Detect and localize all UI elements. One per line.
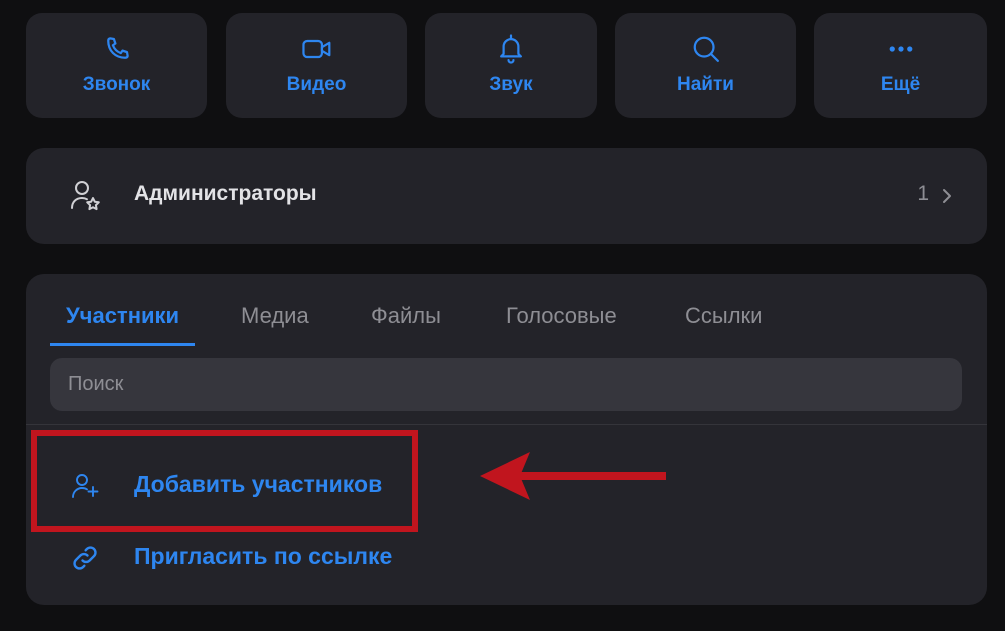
call-button[interactable]: Звонок [26,13,207,118]
sound-label: Звук [489,74,533,95]
phone-icon [101,33,133,65]
user-star-icon [68,178,104,214]
add-members-button[interactable]: Добавить участников [26,459,446,511]
call-label: Звонок [82,74,151,95]
find-label: Найти [677,74,734,95]
invite-link-button[interactable]: Пригласить по ссылке [26,531,446,583]
more-button[interactable]: Ещё [814,13,987,118]
user-plus-icon [70,471,100,501]
search-icon [690,33,722,65]
administrators-label: Администраторы [134,182,317,205]
tab-media[interactable]: Медиа [225,302,325,346]
more-dots-icon [885,33,917,65]
search-input[interactable] [50,358,962,411]
sound-button[interactable]: Звук [425,13,597,118]
administrators-count: 1 [917,182,929,205]
tab-voice[interactable]: Голосовые [490,302,633,346]
members-panel: Участники Медиа Файлы Голосовые Ссылки Д… [26,274,987,605]
video-button[interactable]: Видео [226,13,407,118]
chevron-right-icon [941,186,953,206]
bell-icon [495,33,527,65]
tab-members[interactable]: Участники [50,302,196,346]
link-icon [70,543,100,573]
divider [26,424,987,425]
video-label: Видео [286,74,347,95]
tab-links[interactable]: Ссылки [669,302,778,346]
tab-files[interactable]: Файлы [355,302,457,346]
video-icon [301,33,333,65]
tab-bar: Участники Медиа Файлы Голосовые Ссылки [50,302,950,347]
chat-info-screen: Звонок Видео Звук Найти Ещё Администрато… [0,0,1005,631]
invite-link-label: Пригласить по ссылке [134,543,393,569]
action-bar: Звонок Видео Звук Найти Ещё [26,13,987,118]
administrators-row[interactable]: Администраторы 1 [26,148,987,244]
find-button[interactable]: Найти [615,13,796,118]
more-label: Ещё [880,74,921,95]
add-members-label: Добавить участников [134,471,383,497]
